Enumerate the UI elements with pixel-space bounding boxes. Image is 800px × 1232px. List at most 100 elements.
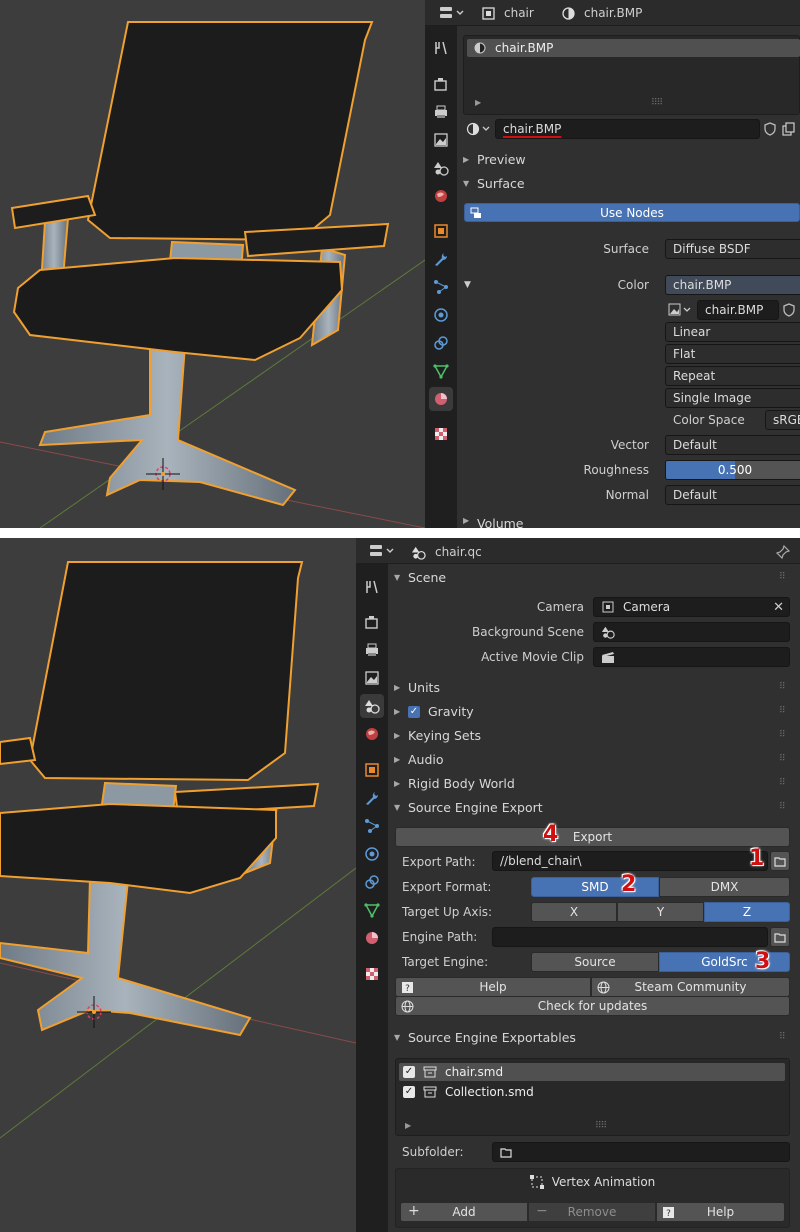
target-engine-source[interactable]: Source bbox=[531, 952, 659, 972]
target-engine-goldsrc[interactable]: GoldSrc bbox=[659, 952, 790, 972]
units-grip[interactable]: ⠿ bbox=[779, 682, 786, 692]
tab-material[interactable] bbox=[429, 387, 453, 411]
export-path-field[interactable]: //blend_chair\ bbox=[492, 851, 768, 871]
editor-type-button-bottom[interactable] bbox=[367, 542, 397, 560]
vertex-animation-help-button[interactable]: ? Help bbox=[656, 1202, 785, 1222]
use-nodes-button[interactable]: Use Nodes bbox=[464, 203, 800, 222]
pin-icon[interactable] bbox=[775, 544, 791, 560]
normal-field[interactable]: Default bbox=[665, 485, 800, 505]
scene-panel-header[interactable]: ▼ Scene bbox=[394, 570, 446, 585]
tab-object[interactable] bbox=[360, 758, 384, 782]
exportable-item-chair[interactable]: ✓ chair.smd bbox=[399, 1063, 785, 1081]
interpolation-dropdown[interactable]: Linear bbox=[665, 322, 800, 342]
gravity-checkbox[interactable]: ✓ bbox=[408, 705, 420, 718]
viewport-3d-top[interactable] bbox=[0, 0, 425, 528]
remove-vertex-animation-button[interactable]: − Remove bbox=[528, 1202, 656, 1222]
exportable-checkbox[interactable]: ✓ bbox=[403, 1066, 415, 1078]
audio-panel-header[interactable]: ▶ Audio bbox=[394, 752, 444, 767]
rigid-body-world-panel-header[interactable]: ▶ Rigid Body World bbox=[394, 776, 515, 791]
tab-physics[interactable] bbox=[360, 842, 384, 866]
tab-view-layer[interactable] bbox=[429, 128, 453, 152]
preview-panel-header[interactable]: ▶ Preview bbox=[463, 152, 526, 167]
color-space-dropdown[interactable]: sRGB bbox=[765, 410, 800, 430]
up-axis-z[interactable]: Z bbox=[704, 902, 790, 922]
scene-panel-grip[interactable]: ⠿ bbox=[779, 572, 786, 582]
material-name-field[interactable]: chair.BMP bbox=[495, 119, 760, 139]
exportables-grip[interactable]: ⠿ bbox=[779, 1032, 786, 1042]
gravity-panel-header[interactable]: ▶ ✓ Gravity bbox=[394, 704, 474, 719]
active-movie-clip-field[interactable] bbox=[593, 647, 790, 667]
editor-type-button[interactable] bbox=[437, 4, 467, 22]
up-axis-y[interactable]: Y bbox=[617, 902, 704, 922]
audio-grip[interactable]: ⠿ bbox=[779, 754, 786, 764]
tab-world[interactable] bbox=[429, 184, 453, 208]
tab-render[interactable] bbox=[429, 72, 453, 96]
tab-view-layer[interactable] bbox=[360, 666, 384, 690]
tab-scene[interactable] bbox=[429, 156, 453, 180]
tab-texture[interactable] bbox=[429, 422, 453, 446]
duplicate-material-icon[interactable] bbox=[781, 121, 797, 137]
help-button[interactable]: ? Help bbox=[395, 977, 591, 997]
camera-field[interactable]: Camera ✕ bbox=[593, 597, 790, 617]
roughness-slider[interactable]: 0.500 bbox=[665, 460, 800, 480]
tab-scene[interactable] bbox=[360, 694, 384, 718]
color-expand-arrow[interactable]: ▼ bbox=[464, 280, 471, 290]
clear-camera-icon[interactable]: ✕ bbox=[773, 600, 784, 615]
subfolder-field[interactable] bbox=[492, 1142, 790, 1162]
slot-list-resize-grip[interactable]: ⠿⠿ bbox=[651, 98, 663, 108]
image-shield-icon[interactable] bbox=[781, 302, 797, 318]
tab-physics[interactable] bbox=[429, 303, 453, 327]
export-button[interactable]: Export bbox=[395, 827, 790, 847]
volume-panel-header[interactable]: ▶ Volume bbox=[463, 516, 524, 528]
up-axis-x[interactable]: X bbox=[531, 902, 617, 922]
tab-modifiers[interactable] bbox=[360, 786, 384, 810]
add-vertex-animation-button[interactable]: + Add bbox=[400, 1202, 528, 1222]
export-path-browse-button[interactable] bbox=[770, 851, 790, 871]
units-panel-header[interactable]: ▶ Units bbox=[394, 680, 440, 695]
exportables-resize-grip[interactable]: ⠿⠿ bbox=[595, 1121, 607, 1131]
tab-constraints[interactable] bbox=[429, 331, 453, 355]
extension-dropdown[interactable]: Repeat bbox=[665, 366, 800, 386]
tab-particles[interactable] bbox=[360, 814, 384, 838]
steam-community-button[interactable]: Steam Community bbox=[591, 977, 790, 997]
source-export-grip[interactable]: ⠿ bbox=[779, 802, 786, 812]
check-updates-button[interactable]: Check for updates bbox=[395, 996, 790, 1016]
material-browse-button[interactable] bbox=[465, 119, 493, 139]
slot-expand-arrow[interactable]: ▶ bbox=[475, 98, 481, 107]
engine-path-browse-button[interactable] bbox=[770, 927, 790, 947]
gravity-grip[interactable]: ⠿ bbox=[779, 706, 786, 716]
fake-user-shield-icon[interactable] bbox=[762, 121, 778, 137]
tab-tool[interactable] bbox=[429, 36, 453, 60]
background-scene-field[interactable] bbox=[593, 622, 790, 642]
tab-texture[interactable] bbox=[360, 962, 384, 986]
source-engine-export-panel-header[interactable]: ▼ Source Engine Export bbox=[394, 800, 543, 815]
exportables-panel-header[interactable]: ▼ Source Engine Exportables bbox=[394, 1030, 576, 1045]
source-dropdown[interactable]: Single Image bbox=[665, 388, 800, 408]
export-format-dmx[interactable]: DMX bbox=[659, 877, 790, 897]
surface-panel-header[interactable]: ▼ Surface bbox=[463, 176, 525, 191]
tab-world[interactable] bbox=[360, 722, 384, 746]
keying-sets-panel-header[interactable]: ▶ Keying Sets bbox=[394, 728, 481, 743]
vector-field[interactable]: Default bbox=[665, 435, 800, 455]
material-slot-item[interactable]: chair.BMP bbox=[467, 39, 800, 57]
exportable-item-collection[interactable]: ✓ Collection.smd bbox=[399, 1083, 785, 1101]
surface-shader-field[interactable]: Diffuse BSDF bbox=[665, 239, 800, 259]
image-name-field[interactable]: chair.BMP bbox=[697, 300, 779, 320]
tab-data[interactable] bbox=[360, 898, 384, 922]
tab-particles[interactable] bbox=[429, 275, 453, 299]
projection-dropdown[interactable]: Flat bbox=[665, 344, 800, 364]
tab-material[interactable] bbox=[360, 926, 384, 950]
rigid-body-grip[interactable]: ⠿ bbox=[779, 778, 786, 788]
export-format-smd[interactable]: SMD bbox=[531, 877, 659, 897]
tab-output[interactable] bbox=[360, 638, 384, 662]
keying-sets-grip[interactable]: ⠿ bbox=[779, 730, 786, 740]
engine-path-field[interactable] bbox=[492, 927, 768, 947]
image-browse-button[interactable] bbox=[667, 300, 695, 320]
tab-modifiers[interactable] bbox=[429, 247, 453, 271]
tab-render[interactable] bbox=[360, 610, 384, 634]
tab-output[interactable] bbox=[429, 100, 453, 124]
tab-object[interactable] bbox=[429, 219, 453, 243]
tab-constraints[interactable] bbox=[360, 870, 384, 894]
color-input-field[interactable]: chair.BMP bbox=[665, 275, 800, 295]
tab-tool[interactable] bbox=[360, 575, 384, 599]
